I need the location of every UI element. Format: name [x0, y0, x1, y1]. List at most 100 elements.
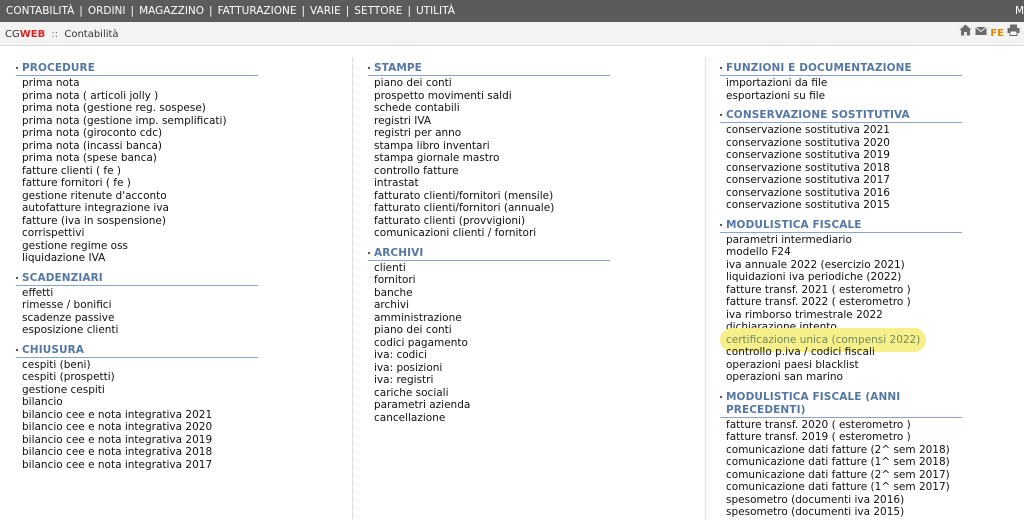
- menu-link[interactable]: conservazione sostitutiva 2015: [726, 199, 962, 212]
- menu-link[interactable]: iva: registri: [374, 374, 610, 387]
- menu-link[interactable]: registri per anno: [374, 127, 610, 140]
- menu-link[interactable]: operazioni paesi blacklist: [726, 359, 962, 372]
- menu-link[interactable]: esposizione clienti: [22, 324, 258, 337]
- menu-link[interactable]: modello F24: [726, 246, 962, 259]
- menu-link[interactable]: conservazione sostitutiva 2019: [726, 149, 962, 162]
- menu-link[interactable]: gestione ritenute d'acconto: [22, 190, 258, 203]
- menu-link[interactable]: controllo p.iva / codici fiscali: [726, 346, 962, 359]
- menu-link[interactable]: stampa giornale mastro: [374, 152, 610, 165]
- menu-link[interactable]: fatture fornitori ( fe ): [22, 177, 258, 190]
- menu-link[interactable]: parametri intermediario: [726, 234, 962, 247]
- menu-link[interactable]: piano dei conti: [374, 77, 610, 90]
- menu-link[interactable]: prima nota (gestione reg. sospese): [22, 102, 258, 115]
- menu-link[interactable]: comunicazioni clienti / fornitori: [374, 227, 610, 240]
- menu-link[interactable]: fatture transf. 2020 ( esterometro ): [726, 419, 962, 432]
- menu-link-highlighted[interactable]: certificazione unica (compensi 2022): [726, 333, 921, 346]
- menu-link[interactable]: piano dei conti: [374, 324, 610, 337]
- menu-link[interactable]: gestione cespiti: [22, 384, 258, 397]
- menu-link[interactable]: banche: [374, 287, 610, 300]
- menu-link[interactable]: spesometro (documenti iva 2015): [726, 506, 962, 519]
- menu-link[interactable]: schede contabili: [374, 102, 610, 115]
- menu-link[interactable]: bilancio cee e nota integrativa 2018: [22, 446, 258, 459]
- section-title: CONSERVAZIONE SOSTITUTIVA: [720, 109, 962, 123]
- menu-link[interactable]: fatture transf. 2021 ( esterometro ): [726, 284, 962, 297]
- menu-magazzino[interactable]: MAGAZZINO: [139, 5, 204, 17]
- menu-link[interactable]: scadenze passive: [22, 312, 258, 325]
- menu-link[interactable]: comunicazione dati fatture (2^ sem 2017): [726, 469, 962, 482]
- menu-link[interactable]: fatture transf. 2019 ( esterometro ): [726, 431, 962, 444]
- menu-link[interactable]: fatturato clienti/fornitori (annuale): [374, 202, 610, 215]
- menu-link[interactable]: fornitori: [374, 274, 610, 287]
- menu-link[interactable]: stampa libro inventari: [374, 140, 610, 153]
- menu-link[interactable]: cespiti (prospetti): [22, 371, 258, 384]
- menu-link[interactable]: comunicazione dati fatture (2^ sem 2018): [726, 444, 962, 457]
- menu-link[interactable]: liquidazioni iva periodiche (2022): [726, 271, 962, 284]
- menu-link[interactable]: dichiarazione intento: [726, 321, 962, 334]
- menu-utilit[interactable]: UTILITÀ: [416, 5, 455, 17]
- menu-link[interactable]: cancellazione: [374, 412, 610, 425]
- menu-fatturazione[interactable]: FATTURAZIONE: [218, 5, 297, 17]
- menu-link[interactable]: iva annuale 2022 (esercizio 2021): [726, 259, 962, 272]
- menu-link[interactable]: bilancio cee e nota integrativa 2021: [22, 409, 258, 422]
- menu-link[interactable]: clienti: [374, 262, 610, 275]
- menu-settore[interactable]: SETTORE: [354, 5, 402, 17]
- menu-link[interactable]: bilancio cee e nota integrativa 2017: [22, 459, 258, 472]
- menu-link[interactable]: autofatture integrazione iva: [22, 202, 258, 215]
- menu-link[interactable]: gestione regime oss: [22, 240, 258, 253]
- menu-link[interactable]: prima nota (incassi banca): [22, 140, 258, 153]
- menu-link[interactable]: liquidazione IVA: [22, 252, 258, 265]
- menu-link[interactable]: rimesse / bonifici: [22, 299, 258, 312]
- menu-link[interactable]: iva rimborso trimestrale 2022: [726, 309, 962, 322]
- menu-link[interactable]: cariche sociali: [374, 387, 610, 400]
- menu-link[interactable]: esportazioni su file: [726, 90, 962, 103]
- menu-separator: |: [345, 5, 350, 17]
- menu-link[interactable]: codici pagamento: [374, 337, 610, 350]
- menu-contabilit[interactable]: CONTABILITÀ: [6, 5, 74, 17]
- menu-link[interactable]: importazioni da file: [726, 77, 962, 90]
- menu-ordini[interactable]: ORDINI: [88, 5, 126, 17]
- menu-link[interactable]: effetti: [22, 287, 258, 300]
- menu-link[interactable]: fatture (iva in sospensione): [22, 215, 258, 228]
- menu-link[interactable]: iva: posizioni: [374, 362, 610, 375]
- menu-link[interactable]: fatturato clienti/fornitori (mensile): [374, 190, 610, 203]
- menu-varie[interactable]: VARIE: [310, 5, 341, 17]
- menu-link[interactable]: conservazione sostitutiva 2016: [726, 187, 962, 200]
- menu-link[interactable]: comunicazione dati fatture (1^ sem 2017): [726, 481, 962, 494]
- menu-link[interactable]: registri IVA: [374, 115, 610, 128]
- menu-link[interactable]: prima nota ( articoli jolly ): [22, 90, 258, 103]
- home-icon[interactable]: [959, 21, 972, 47]
- menu-link[interactable]: prima nota: [22, 77, 258, 90]
- section-stampe: STAMPE piano dei conti prospetto movimenti…: [368, 62, 610, 240]
- menu-link[interactable]: conservazione sostitutiva 2017: [726, 174, 962, 187]
- menu-link[interactable]: fatturato clienti (provvigioni): [374, 215, 610, 228]
- menu-link[interactable]: controllo fatture: [374, 165, 610, 178]
- menu-link[interactable]: prima nota (gestione imp. semplificati): [22, 115, 258, 128]
- menu-link[interactable]: prima nota (spese banca): [22, 152, 258, 165]
- mail-icon[interactable]: [975, 21, 988, 47]
- menu-link[interactable]: comunicazione dati fatture (1^ sem 2018): [726, 456, 962, 469]
- menu-link[interactable]: archivi: [374, 299, 610, 312]
- menu-link[interactable]: conservazione sostitutiva 2018: [726, 162, 962, 175]
- menu-link[interactable]: prospetto movimenti saldi: [374, 90, 610, 103]
- menu-link[interactable]: bilancio cee e nota integrativa 2019: [22, 434, 258, 447]
- menu-link[interactable]: conservazione sostitutiva 2020: [726, 137, 962, 150]
- menu-link[interactable]: iva: codici: [374, 349, 610, 362]
- brand-cg: CG: [5, 29, 20, 40]
- section-items: clienti fornitori banche archivi amministraz…: [368, 262, 610, 425]
- menu-link[interactable]: bilancio: [22, 396, 258, 409]
- fe-icon[interactable]: FE: [990, 21, 1004, 47]
- menu-link[interactable]: cespiti (beni): [22, 359, 258, 372]
- menu-link[interactable]: prima nota (giroconto cdc): [22, 127, 258, 140]
- menu-link[interactable]: parametri azienda: [374, 399, 610, 412]
- menu-link[interactable]: intrastat: [374, 177, 610, 190]
- menu-link[interactable]: fatture transf. 2022 ( esterometro ): [726, 296, 962, 309]
- menu-link[interactable]: spesometro (documenti iva 2016): [726, 494, 962, 507]
- menu-link[interactable]: corrispettivi: [22, 227, 258, 240]
- menu-link[interactable]: conservazione sostitutiva 2021: [726, 124, 962, 137]
- menu-link[interactable]: operazioni san marino: [726, 371, 962, 384]
- menu-link[interactable]: amministrazione: [374, 312, 610, 325]
- menu-link[interactable]: fatture clienti ( fe ): [22, 165, 258, 178]
- section-bullet: [368, 251, 370, 254]
- print-icon[interactable]: [1007, 21, 1020, 47]
- menu-link[interactable]: bilancio cee e nota integrativa 2020: [22, 421, 258, 434]
